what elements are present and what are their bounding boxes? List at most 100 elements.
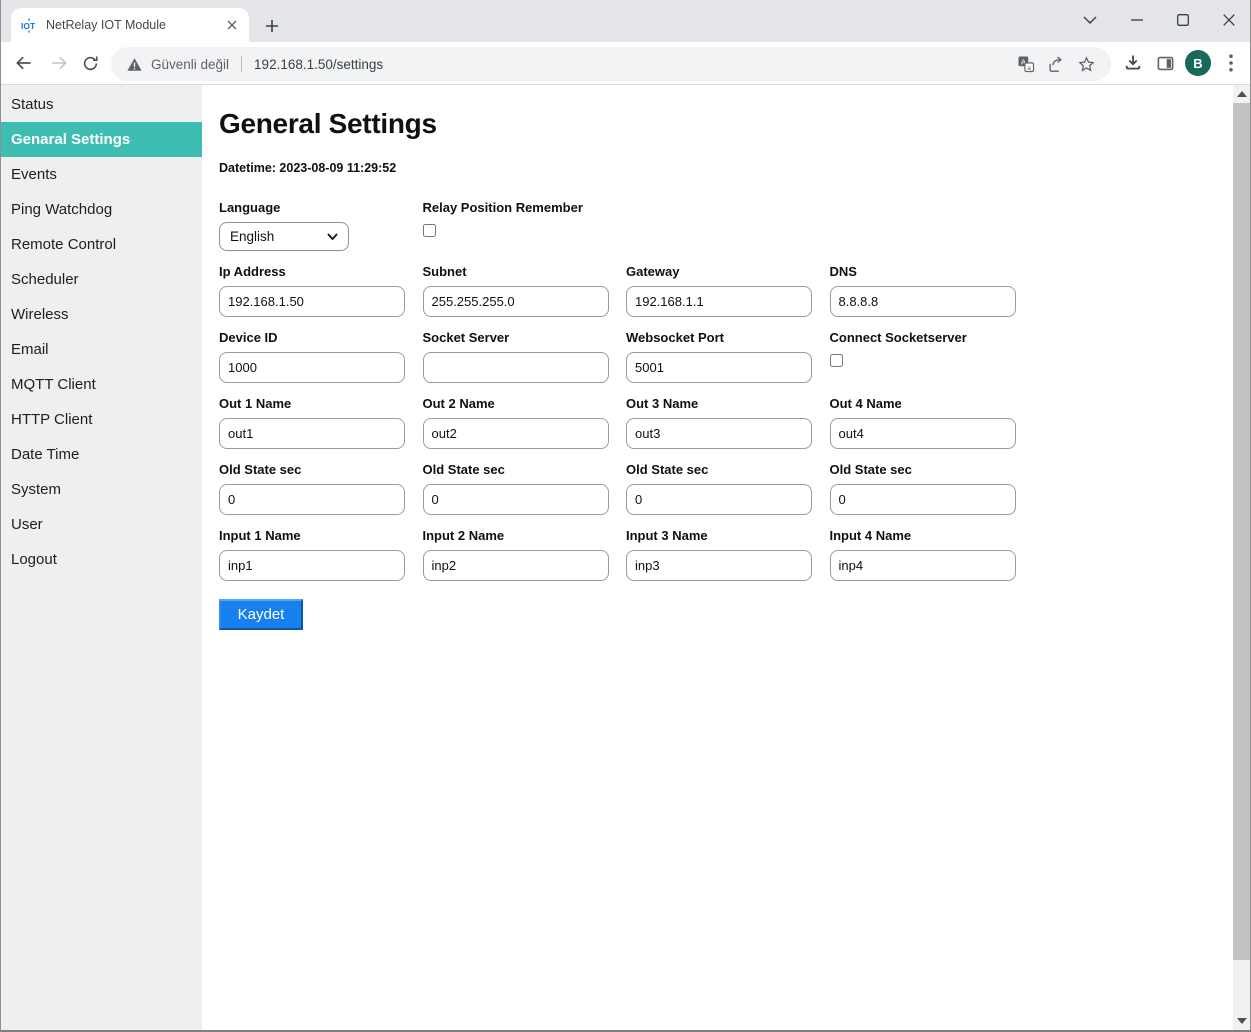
sidebar-item-wireless[interactable]: Wireless [1, 297, 202, 332]
field-ip-address: Ip Address [219, 264, 423, 317]
scrollbar-down-arrow-icon[interactable] [1237, 1018, 1247, 1024]
field-socket-server: Socket Server [423, 330, 627, 383]
tab-strip: IOT NetRelay IOT Module [1, 0, 1250, 42]
tab-search-chevron-icon[interactable] [1070, 0, 1110, 40]
field-connect-socketserver: Connect Socketserver [830, 330, 1034, 383]
websocket-port-input[interactable] [626, 352, 812, 383]
kebab-menu-icon[interactable] [1215, 47, 1247, 79]
input1-name-input[interactable] [219, 550, 405, 581]
device-id-label: Device ID [219, 330, 423, 345]
sidebar-item-email[interactable]: Email [1, 332, 202, 367]
sidebar-item-logout[interactable]: Logout [1, 542, 202, 577]
connect-socketserver-checkbox[interactable] [830, 354, 843, 367]
tab-close-icon[interactable] [223, 16, 241, 34]
websocket-port-label: Websocket Port [626, 330, 830, 345]
minimize-button[interactable] [1114, 0, 1160, 40]
out4-name-label: Out 4 Name [830, 396, 1034, 411]
share-icon[interactable] [1041, 49, 1071, 79]
sidebar-item-general-settings[interactable]: Genaral Settings [1, 122, 202, 157]
input2-name-input[interactable] [423, 550, 609, 581]
sidebar-nav: Status Genaral Settings Events Ping Watc… [1, 85, 202, 1030]
dns-input[interactable] [830, 286, 1016, 317]
tab-title: NetRelay IOT Module [46, 18, 223, 32]
relay-position-checkbox[interactable] [423, 224, 436, 237]
input4-name-input[interactable] [830, 550, 1016, 581]
security-status-text[interactable]: Güvenli değil [151, 57, 229, 72]
vertical-scrollbar[interactable] [1233, 85, 1250, 1030]
download-icon[interactable] [1117, 47, 1149, 79]
sidebar-item-system[interactable]: System [1, 472, 202, 507]
sidebar-item-status[interactable]: Status [1, 87, 202, 122]
old-state-2-input[interactable] [423, 484, 609, 515]
bookmark-star-icon[interactable] [1071, 49, 1101, 79]
subnet-label: Subnet [423, 264, 627, 279]
input4-name-label: Input 4 Name [830, 528, 1034, 543]
browser-tab[interactable]: IOT NetRelay IOT Module [11, 8, 249, 42]
socket-server-input[interactable] [423, 352, 609, 383]
language-select-value: English [230, 229, 274, 244]
page-content: Status Genaral Settings Events Ping Watc… [1, 85, 1250, 1030]
main-panel: General Settings Datetime: 2023-08-09 11… [202, 85, 1233, 1030]
field-dns: DNS [830, 264, 1034, 317]
avatar-letter: B [1185, 50, 1211, 76]
scrollbar-thumb[interactable] [1233, 103, 1250, 960]
url-text[interactable]: 192.168.1.50/settings [254, 57, 1011, 72]
input1-name-label: Input 1 Name [219, 528, 423, 543]
dns-label: DNS [830, 264, 1034, 279]
field-old-state-3: Old State sec [626, 462, 830, 515]
subnet-input[interactable] [423, 286, 609, 317]
out2-name-input[interactable] [423, 418, 609, 449]
old-state-4-input[interactable] [830, 484, 1016, 515]
out3-name-label: Out 3 Name [626, 396, 830, 411]
sidebar-item-date-time[interactable]: Date Time [1, 437, 202, 472]
sidebar-item-user[interactable]: User [1, 507, 202, 542]
old-state-1-input[interactable] [219, 484, 405, 515]
old-state-3-label: Old State sec [626, 462, 830, 477]
maximize-button[interactable] [1160, 0, 1206, 40]
form-row-device: Device ID Socket Server Websocket Port C… [219, 330, 1233, 396]
field-device-id: Device ID [219, 330, 423, 383]
scrollbar-up-arrow-icon[interactable] [1237, 91, 1247, 97]
ip-address-label: Ip Address [219, 264, 423, 279]
input3-name-label: Input 3 Name [626, 528, 830, 543]
out1-name-input[interactable] [219, 418, 405, 449]
translate-icon[interactable]: Aa [1011, 49, 1041, 79]
device-id-input[interactable] [219, 352, 405, 383]
language-select[interactable]: English [219, 222, 349, 251]
forward-icon[interactable] [44, 48, 74, 78]
sidebar-item-scheduler[interactable]: Scheduler [1, 262, 202, 297]
out4-name-input[interactable] [830, 418, 1016, 449]
reload-icon[interactable] [75, 48, 105, 78]
side-panel-icon[interactable] [1149, 47, 1181, 79]
profile-avatar[interactable]: B [1182, 47, 1214, 79]
favicon-iot-icon: IOT [21, 17, 38, 34]
field-gateway: Gateway [626, 264, 830, 317]
close-button[interactable] [1206, 0, 1251, 40]
input3-name-input[interactable] [626, 550, 812, 581]
sidebar-item-mqtt-client[interactable]: MQTT Client [1, 367, 202, 402]
old-state-1-label: Old State sec [219, 462, 423, 477]
form-row-language: Language English Relay Position Remember [219, 200, 1233, 264]
sidebar-item-ping-watchdog[interactable]: Ping Watchdog [1, 192, 202, 227]
new-tab-button[interactable] [259, 13, 285, 39]
field-out4-name: Out 4 Name [830, 396, 1034, 449]
field-input3-name: Input 3 Name [626, 528, 830, 581]
field-input2-name: Input 2 Name [423, 528, 627, 581]
ip-address-input[interactable] [219, 286, 405, 317]
omnibox-separator [241, 56, 242, 72]
out3-name-input[interactable] [626, 418, 812, 449]
old-state-3-input[interactable] [626, 484, 812, 515]
sidebar-item-events[interactable]: Events [1, 157, 202, 192]
old-state-2-label: Old State sec [423, 462, 627, 477]
out2-name-label: Out 2 Name [423, 396, 627, 411]
field-out2-name: Out 2 Name [423, 396, 627, 449]
field-relay-position-remember: Relay Position Remember [423, 200, 627, 251]
field-old-state-2: Old State sec [423, 462, 627, 515]
sidebar-item-remote-control[interactable]: Remote Control [1, 227, 202, 262]
socket-server-label: Socket Server [423, 330, 627, 345]
back-icon[interactable] [9, 48, 39, 78]
gateway-input[interactable] [626, 286, 812, 317]
sidebar-item-http-client[interactable]: HTTP Client [1, 402, 202, 437]
save-button[interactable]: Kaydet [219, 599, 303, 630]
address-bar[interactable]: Güvenli değil 192.168.1.50/settings Aa [111, 47, 1111, 81]
